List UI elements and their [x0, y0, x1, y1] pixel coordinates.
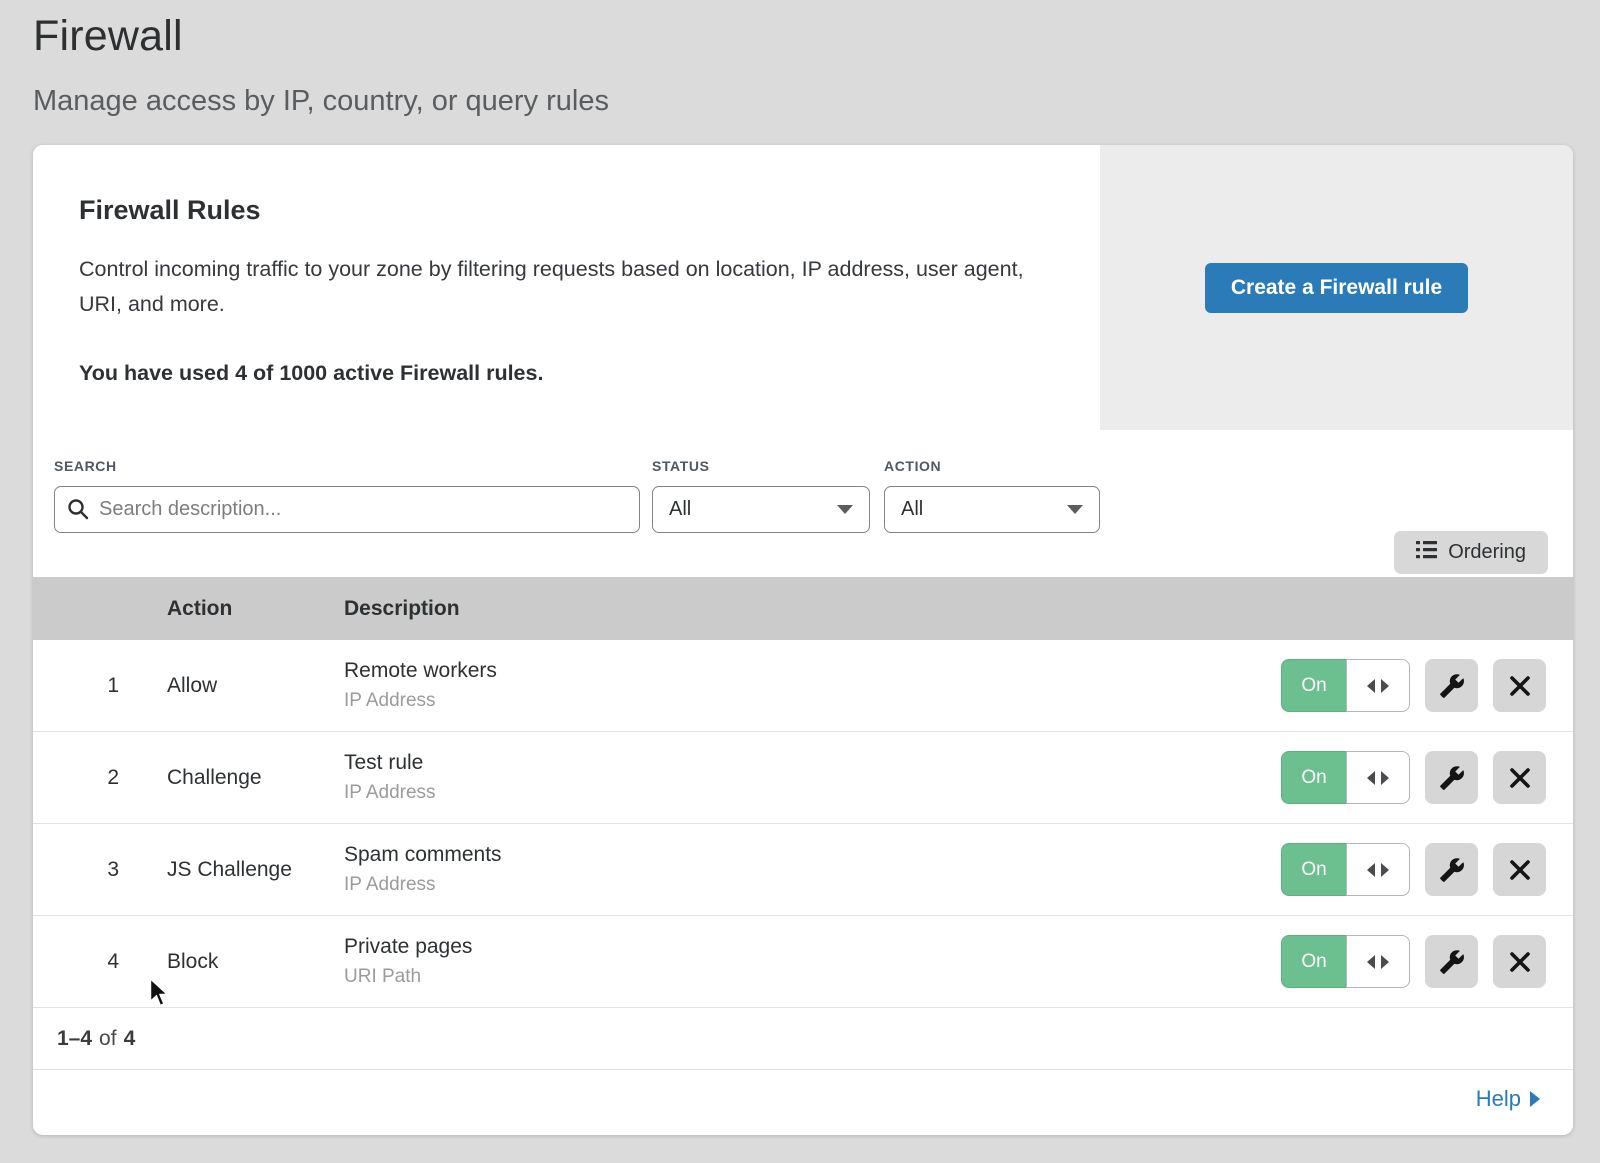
rule-action: Allow [167, 674, 344, 698]
rule-priority: 4 [33, 950, 167, 974]
wrench-icon [1439, 765, 1465, 791]
rules-usage-text: You have used 4 of 1000 active Firewall … [79, 361, 1030, 386]
toggle-on-label: On [1281, 843, 1346, 896]
chevron-down-icon [1067, 505, 1083, 514]
left-right-arrows-icon [1366, 863, 1390, 877]
toggle-on-label: On [1281, 751, 1346, 804]
mouse-cursor [145, 977, 173, 1009]
left-right-arrows-icon [1366, 679, 1390, 693]
rule-controls: On [1281, 659, 1573, 712]
status-filter: STATUS All [652, 458, 870, 533]
table-header: Action Description [33, 577, 1573, 640]
action-column-header: Action [167, 597, 344, 621]
rule-priority: 2 [33, 766, 167, 790]
close-icon [1509, 767, 1531, 789]
left-right-arrows-icon [1366, 771, 1390, 785]
rule-match-type: IP Address [344, 782, 1281, 804]
search-label: SEARCH [54, 458, 640, 474]
delete-rule-button[interactable] [1493, 935, 1546, 988]
wrench-icon [1439, 673, 1465, 699]
status-label: STATUS [652, 458, 870, 474]
rule-priority: 3 [33, 858, 167, 882]
pagination-range: 1–4 [57, 1027, 92, 1051]
action-selected-value: All [901, 498, 923, 521]
action-filter: ACTION All [884, 458, 1100, 533]
rule-priority: 1 [33, 674, 167, 698]
card-header-side-panel: Create a Firewall rule [1100, 145, 1573, 430]
rule-match-type: IP Address [344, 690, 1281, 712]
page-header: Firewall Manage access by IP, country, o… [0, 0, 1600, 118]
toggle-on-label: On [1281, 659, 1346, 712]
rule-enabled-toggle[interactable]: On [1281, 843, 1410, 896]
status-select[interactable]: All [652, 486, 870, 533]
rule-enabled-toggle[interactable]: On [1281, 935, 1410, 988]
card-description: Control incoming traffic to your zone by… [79, 252, 1029, 323]
page-title: Firewall [33, 12, 1600, 61]
rule-controls: On [1281, 935, 1573, 988]
filters-bar: SEARCH STATUS All ACTION All [33, 430, 1573, 577]
search-icon [67, 498, 89, 520]
search-filter: SEARCH [54, 458, 640, 533]
card-title: Firewall Rules [79, 195, 1030, 226]
rule-match-type: IP Address [344, 874, 1281, 896]
rule-description: Remote workers IP Address [344, 659, 1281, 712]
delete-rule-button[interactable] [1493, 659, 1546, 712]
edit-rule-button[interactable] [1425, 659, 1478, 712]
status-selected-value: All [669, 498, 691, 521]
rule-description: Private pages URI Path [344, 935, 1281, 988]
toggle-handle[interactable] [1346, 843, 1410, 896]
pagination-of: of [99, 1027, 117, 1051]
rule-action: JS Challenge [167, 858, 344, 882]
toggle-handle[interactable] [1346, 659, 1410, 712]
edit-rule-button[interactable] [1425, 751, 1478, 804]
table-row: 4 Block Private pages URI Path On [33, 916, 1573, 1008]
rule-controls: On [1281, 751, 1573, 804]
left-right-arrows-icon [1366, 955, 1390, 969]
close-icon [1509, 675, 1531, 697]
ordering-button[interactable]: Ordering [1394, 531, 1548, 574]
card-header-text: Firewall Rules Control incoming traffic … [33, 145, 1100, 430]
rule-enabled-toggle[interactable]: On [1281, 659, 1410, 712]
rule-action: Challenge [167, 766, 344, 790]
action-select[interactable]: All [884, 486, 1100, 533]
card-header: Firewall Rules Control incoming traffic … [33, 145, 1573, 430]
rule-description: Test rule IP Address [344, 751, 1281, 804]
search-input[interactable] [54, 486, 640, 533]
card-footer: Help [33, 1070, 1573, 1128]
wrench-icon [1439, 949, 1465, 975]
rule-enabled-toggle[interactable]: On [1281, 751, 1410, 804]
action-label: ACTION [884, 458, 1100, 474]
table-row: 3 JS Challenge Spam comments IP Address … [33, 824, 1573, 916]
firewall-rules-card: Firewall Rules Control incoming traffic … [33, 145, 1573, 1135]
ordering-list-icon [1416, 540, 1437, 565]
rule-match-type: URI Path [344, 966, 1281, 988]
delete-rule-button[interactable] [1493, 751, 1546, 804]
wrench-icon [1439, 857, 1465, 883]
edit-rule-button[interactable] [1425, 843, 1478, 896]
toggle-handle[interactable] [1346, 751, 1410, 804]
description-column-header: Description [344, 597, 1573, 621]
table-row: 1 Allow Remote workers IP Address On [33, 640, 1573, 732]
toggle-handle[interactable] [1346, 935, 1410, 988]
help-link[interactable]: Help [1476, 1086, 1540, 1112]
triangle-right-icon [1530, 1091, 1540, 1107]
create-firewall-rule-button[interactable]: Create a Firewall rule [1205, 263, 1468, 313]
table-row: 2 Challenge Test rule IP Address On [33, 732, 1573, 824]
close-icon [1509, 951, 1531, 973]
rule-description: Spam comments IP Address [344, 843, 1281, 896]
rule-controls: On [1281, 843, 1573, 896]
help-label: Help [1476, 1086, 1521, 1112]
pagination-total: 4 [124, 1027, 136, 1051]
page-subtitle: Manage access by IP, country, or query r… [33, 85, 1600, 118]
ordering-button-label: Ordering [1448, 541, 1526, 564]
chevron-down-icon [837, 505, 853, 514]
toggle-on-label: On [1281, 935, 1346, 988]
delete-rule-button[interactable] [1493, 843, 1546, 896]
edit-rule-button[interactable] [1425, 935, 1478, 988]
rule-action: Block [167, 950, 344, 974]
pagination-bar: 1–4 of 4 [33, 1008, 1573, 1070]
close-icon [1509, 859, 1531, 881]
